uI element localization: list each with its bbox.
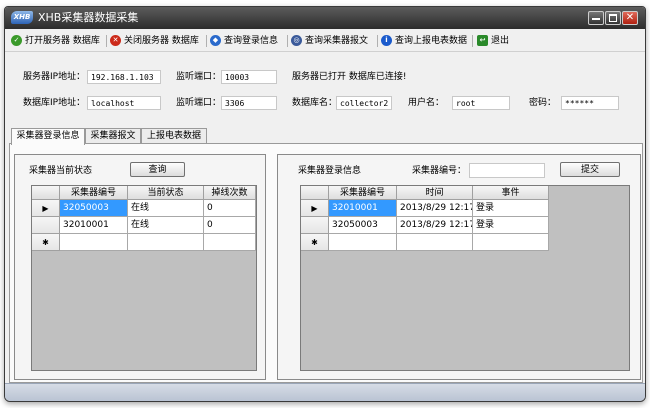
column-header[interactable]: 时间 xyxy=(397,186,473,200)
collector-status-label: 采集器当前状态 xyxy=(29,166,93,176)
table-cell[interactable]: 在线 xyxy=(128,217,204,234)
tab-meter-data[interactable]: 上报电表数据 xyxy=(141,128,207,144)
collector-status-panel: 采集器当前状态 查询 采集器编号 当前状态 掉线次数 ▶ 32050003 在线… xyxy=(14,154,266,380)
title-bar: XHB XHB采集器数据采集 ✕ xyxy=(5,7,645,29)
close-icon: ✕ xyxy=(625,12,635,23)
tab-login-info[interactable]: 采集器登录信息 xyxy=(11,128,85,145)
table-cell-new[interactable] xyxy=(397,234,473,251)
table-cell-new[interactable] xyxy=(128,234,204,251)
toolbar-separator xyxy=(106,35,107,47)
row-selector[interactable] xyxy=(301,217,329,234)
table-cell[interactable]: 登录 xyxy=(473,217,549,234)
app-logo: XHB xyxy=(11,11,33,24)
login-info-label: 采集器登录信息 xyxy=(298,166,362,176)
query-meter-data-label: 查询上报电表数据 xyxy=(395,36,468,46)
row-selector[interactable] xyxy=(32,217,60,234)
grid-corner xyxy=(32,186,60,200)
table-cell[interactable]: 在线 xyxy=(128,200,204,217)
db-name-label: 数据库名： xyxy=(292,98,338,108)
table-cell[interactable]: 32010001 xyxy=(329,200,397,217)
connection-settings: 服务器IP地址： 192.168.1.103 监听端口： 10003 服务器已打… xyxy=(5,55,645,123)
minimize-icon xyxy=(592,18,600,20)
maximize-button[interactable] xyxy=(605,11,621,25)
table-cell-new[interactable] xyxy=(204,234,256,251)
user-label: 用户名： xyxy=(408,98,445,108)
password-input[interactable]: ****** xyxy=(561,96,619,110)
row-selector-current[interactable]: ▶ xyxy=(301,200,329,217)
column-header[interactable]: 采集器编号 xyxy=(329,186,397,200)
db-ip-label: 数据库IP地址： xyxy=(23,98,86,108)
status-bar xyxy=(5,383,645,401)
user-input[interactable]: root xyxy=(452,96,510,110)
open-server-db-label: 打开服务器 数据库 xyxy=(25,36,100,46)
table-cell[interactable]: 登录 xyxy=(473,200,549,217)
minimize-button[interactable] xyxy=(588,11,604,25)
column-header[interactable]: 采集器编号 xyxy=(60,186,128,200)
exit-icon: ↩ xyxy=(477,35,488,46)
toolbar-separator xyxy=(377,35,378,47)
column-header[interactable]: 当前状态 xyxy=(128,186,204,200)
query-button[interactable]: 查询 xyxy=(130,162,185,177)
db-port-label: 监听端口： xyxy=(176,98,222,108)
toolbar-separator xyxy=(287,35,288,47)
tab-messages[interactable]: 采集器报文 xyxy=(85,128,141,144)
row-selector-new[interactable]: ✱ xyxy=(32,234,60,251)
query-login-label: 查询登录信息 xyxy=(224,36,279,46)
db-port-input[interactable]: 3306 xyxy=(221,96,277,110)
tab-panel: 采集器当前状态 查询 采集器编号 当前状态 掉线次数 ▶ 32050003 在线… xyxy=(9,143,643,383)
server-ip-label: 服务器IP地址： xyxy=(23,72,86,82)
window-title: XHB采集器数据采集 xyxy=(38,11,139,24)
table-cell[interactable]: 0 xyxy=(204,200,256,217)
table-cell[interactable]: 32050003 xyxy=(60,200,128,217)
listen-port-label: 监听端口： xyxy=(176,72,222,82)
collector-id-input[interactable] xyxy=(469,163,545,178)
table-cell-new[interactable] xyxy=(329,234,397,251)
exit-label: 退出 xyxy=(491,36,510,46)
db-name-input[interactable]: collector2 xyxy=(336,96,392,110)
table-cell[interactable]: 2013/8/29 12:17 xyxy=(397,217,473,234)
password-label: 密码： xyxy=(529,98,557,108)
status-text: 服务器已打开 数据库已连接! xyxy=(292,72,407,82)
submit-button[interactable]: 提交 xyxy=(560,162,620,177)
row-selector-new[interactable]: ✱ xyxy=(301,234,329,251)
table-cell[interactable]: 32050003 xyxy=(329,217,397,234)
table-cell[interactable]: 32010001 xyxy=(60,217,128,234)
query-messages-label: 查询采集器报文 xyxy=(305,36,369,46)
table-cell-new[interactable] xyxy=(60,234,128,251)
column-header[interactable]: 事件 xyxy=(473,186,549,200)
close-button[interactable]: ✕ xyxy=(622,11,638,25)
toolbar-separator xyxy=(472,35,473,47)
toolbar-separator xyxy=(206,35,207,47)
listen-port-input[interactable]: 10003 xyxy=(221,70,277,84)
app-window: XHB XHB采集器数据采集 ✕ ✓ 打开服务器 数据库 ✕ 关闭服务器 数据库… xyxy=(4,6,646,402)
query-icon: ◆ xyxy=(210,35,221,46)
column-header[interactable]: 掉线次数 xyxy=(204,186,256,200)
close-circle-icon: ✕ xyxy=(110,35,121,46)
close-server-db-label: 关闭服务器 数据库 xyxy=(124,36,199,46)
table-cell[interactable]: 2013/8/29 12:17 xyxy=(397,200,473,217)
table-cell[interactable]: 0 xyxy=(204,217,256,234)
db-ip-input[interactable]: localhost xyxy=(87,96,161,110)
server-ip-input[interactable]: 192.168.1.103 xyxy=(87,70,161,84)
row-selector-current[interactable]: ▶ xyxy=(32,200,60,217)
info-icon: i xyxy=(381,35,392,46)
toolbar: ✓ 打开服务器 数据库 ✕ 关闭服务器 数据库 ◆ 查询登录信息 ◎ 查询采集器… xyxy=(5,31,645,52)
check-icon: ✓ xyxy=(11,35,22,46)
maximize-icon xyxy=(609,14,617,22)
table-cell-new[interactable] xyxy=(473,234,549,251)
grid-corner xyxy=(301,186,329,200)
login-info-grid: 采集器编号 时间 事件 ▶ 32010001 2013/8/29 12:17 登… xyxy=(300,185,630,371)
login-info-panel: 采集器登录信息 采集器编号： 提交 采集器编号 时间 事件 ▶ 32010001… xyxy=(277,154,641,380)
collector-id-label: 采集器编号： xyxy=(412,166,467,176)
collector-status-grid: 采集器编号 当前状态 掉线次数 ▶ 32050003 在线 0 32010001… xyxy=(31,185,257,371)
globe-icon: ◎ xyxy=(291,35,302,46)
